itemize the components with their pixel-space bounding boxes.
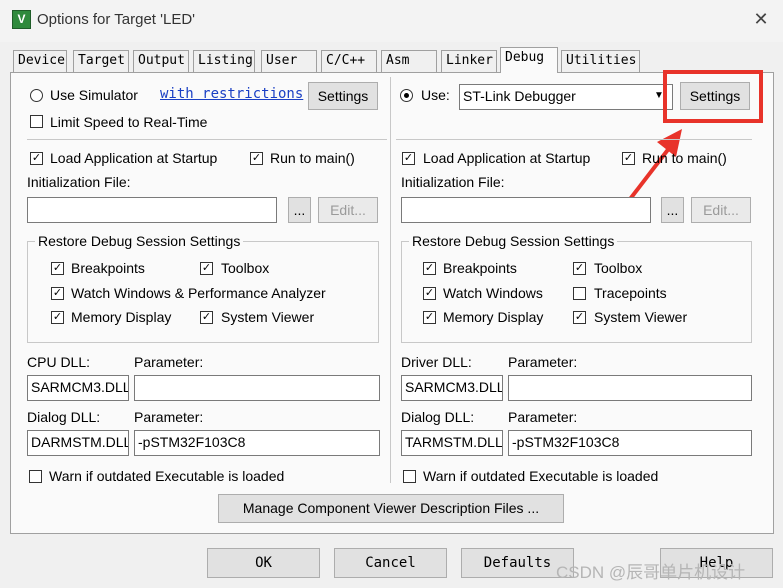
- driver-dll-label: Driver DLL:: [401, 354, 472, 370]
- driver-param-label: Parameter:: [508, 354, 578, 370]
- left-dialog-dll-label: Dialog DLL:: [27, 409, 101, 425]
- use-simulator-label: Use Simulator: [50, 87, 138, 103]
- window-title: Options for Target 'LED': [37, 11, 196, 28]
- left-watch-windows-checkbox[interactable]: ✓: [51, 287, 64, 300]
- right-load-app-checkbox[interactable]: ✓: [402, 152, 415, 165]
- left-run-to-main-checkbox[interactable]: ✓: [250, 152, 263, 165]
- tab-asm[interactable]: Asm: [381, 50, 437, 72]
- app-logo-icon: V: [12, 10, 31, 29]
- right-memory-display-checkbox[interactable]: ✓: [423, 311, 436, 324]
- right-watch-windows-label: Watch Windows: [443, 285, 543, 301]
- right-browse-button[interactable]: ...: [661, 197, 684, 223]
- left-dialog-dll-input[interactable]: DARMSTM.DLL: [27, 430, 129, 456]
- left-restore-group-title: Restore Debug Session Settings: [35, 233, 244, 249]
- left-system-viewer-label: System Viewer: [221, 309, 315, 325]
- left-init-file-input[interactable]: [27, 197, 277, 223]
- right-load-app-label: Load Application at Startup: [423, 150, 591, 166]
- cpu-param-input[interactable]: [134, 375, 380, 401]
- right-restore-group-title: Restore Debug Session Settings: [409, 233, 618, 249]
- left-edit-button[interactable]: Edit...: [318, 197, 378, 223]
- tab-target[interactable]: Target: [73, 50, 129, 72]
- use-label: Use:: [421, 87, 450, 103]
- driver-dll-input[interactable]: SARMCM3.DLL: [401, 375, 503, 401]
- left-init-file-label: Initialization File:: [27, 174, 131, 190]
- tab-linker[interactable]: Linker: [441, 50, 497, 72]
- left-run-to-main-label: Run to main(): [270, 150, 355, 166]
- right-edit-button[interactable]: Edit...: [691, 197, 751, 223]
- tab-user[interactable]: User: [261, 50, 317, 72]
- right-run-to-main-checkbox[interactable]: ✓: [622, 152, 635, 165]
- close-icon[interactable]: ✕: [750, 8, 772, 30]
- panel-divider: [390, 77, 391, 483]
- left-breakpoints-checkbox[interactable]: ✓: [51, 262, 64, 275]
- highlight-box: [663, 70, 763, 123]
- tab-c-cpp[interactable]: C/C++: [321, 50, 377, 72]
- right-system-viewer-label: System Viewer: [594, 309, 688, 325]
- left-memory-display-label: Memory Display: [71, 309, 172, 325]
- use-simulator-radio[interactable]: [30, 89, 43, 102]
- left-toolbox-label: Toolbox: [221, 260, 270, 276]
- debugger-select-value: ST-Link Debugger: [463, 88, 576, 104]
- right-warn-label: Warn if outdated Executable is loaded: [423, 468, 659, 484]
- left-load-app-label: Load Application at Startup: [50, 150, 218, 166]
- tab-output[interactable]: Output: [133, 50, 189, 72]
- tab-device[interactable]: Device: [13, 50, 67, 72]
- left-warn-checkbox[interactable]: [29, 470, 42, 483]
- limit-speed-label: Limit Speed to Real-Time: [50, 114, 208, 130]
- right-memory-display-label: Memory Display: [443, 309, 544, 325]
- left-browse-button[interactable]: ...: [288, 197, 311, 223]
- left-system-viewer-checkbox[interactable]: ✓: [200, 311, 213, 324]
- right-tracepoints-checkbox[interactable]: [573, 287, 586, 300]
- limit-speed-checkbox[interactable]: [30, 115, 43, 128]
- right-dialog-param-input[interactable]: -pSTM32F103C8: [508, 430, 752, 456]
- right-dialog-param-label: Parameter:: [508, 409, 578, 425]
- right-warn-checkbox[interactable]: [403, 470, 416, 483]
- tab-utilities[interactable]: Utilities: [561, 50, 640, 72]
- right-init-file-label: Initialization File:: [401, 174, 505, 190]
- ok-button[interactable]: OK: [207, 548, 320, 578]
- driver-param-input[interactable]: [508, 375, 752, 401]
- right-init-file-input[interactable]: [401, 197, 651, 223]
- left-settings-button[interactable]: Settings: [308, 82, 378, 110]
- debugger-select[interactable]: ST-Link Debugger: [459, 84, 673, 110]
- right-run-to-main-label: Run to main(): [642, 150, 727, 166]
- right-tracepoints-label: Tracepoints: [594, 285, 667, 301]
- left-memory-display-checkbox[interactable]: ✓: [51, 311, 64, 324]
- right-system-viewer-checkbox[interactable]: ✓: [573, 311, 586, 324]
- left-watch-windows-label: Watch Windows & Performance Analyzer: [71, 285, 326, 301]
- right-breakpoints-checkbox[interactable]: ✓: [423, 262, 436, 275]
- cpu-dll-label: CPU DLL:: [27, 354, 91, 370]
- right-toolbox-label: Toolbox: [594, 260, 643, 276]
- left-dialog-param-input[interactable]: -pSTM32F103C8: [134, 430, 380, 456]
- use-debugger-radio[interactable]: [400, 89, 413, 102]
- manage-component-viewer-button[interactable]: Manage Component Viewer Description File…: [218, 494, 564, 523]
- right-toolbox-checkbox[interactable]: ✓: [573, 262, 586, 275]
- with-restrictions-link[interactable]: with restrictions: [160, 86, 303, 102]
- left-separator: [27, 139, 387, 140]
- right-dialog-dll-input[interactable]: TARMSTM.DLL: [401, 430, 503, 456]
- right-separator: [396, 139, 752, 140]
- cpu-dll-input[interactable]: SARMCM3.DLL: [27, 375, 129, 401]
- right-watch-windows-checkbox[interactable]: ✓: [423, 287, 436, 300]
- left-toolbox-checkbox[interactable]: ✓: [200, 262, 213, 275]
- left-dialog-param-label: Parameter:: [134, 409, 204, 425]
- left-breakpoints-label: Breakpoints: [71, 260, 145, 276]
- right-breakpoints-label: Breakpoints: [443, 260, 517, 276]
- cpu-param-label: Parameter:: [134, 354, 204, 370]
- right-dialog-dll-label: Dialog DLL:: [401, 409, 475, 425]
- left-load-app-checkbox[interactable]: ✓: [30, 152, 43, 165]
- left-warn-label: Warn if outdated Executable is loaded: [49, 468, 285, 484]
- tab-debug[interactable]: Debug: [500, 47, 558, 73]
- watermark-text: CSDN @辰哥单片机设计: [556, 563, 746, 582]
- tab-listing[interactable]: Listing: [193, 50, 255, 72]
- cancel-button[interactable]: Cancel: [334, 548, 447, 578]
